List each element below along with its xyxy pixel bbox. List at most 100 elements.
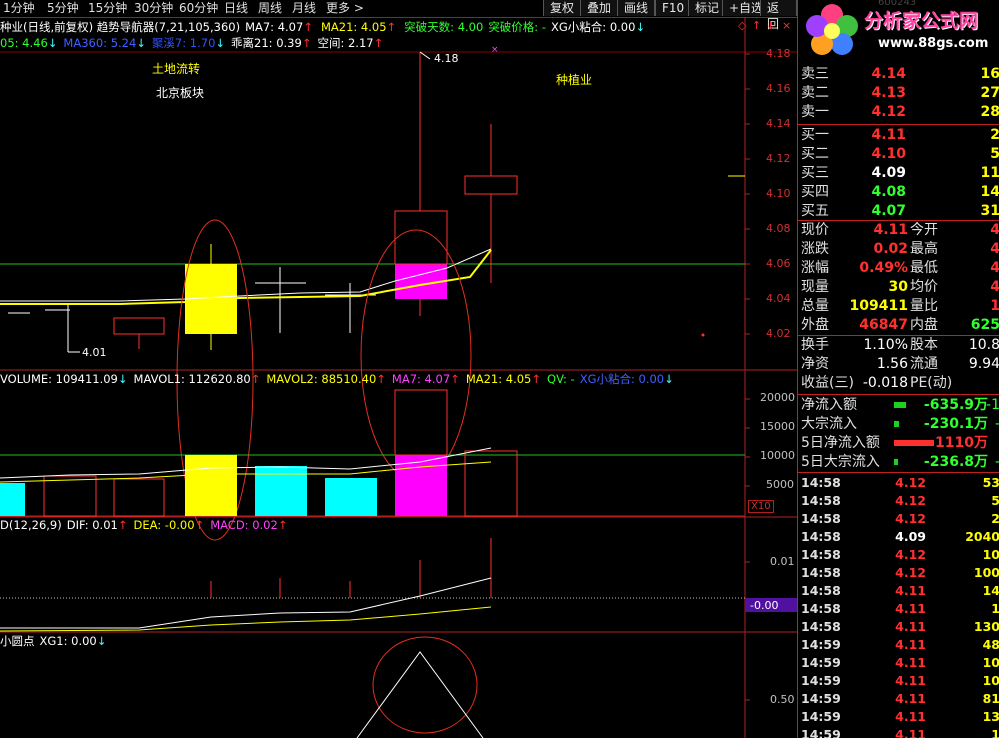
tick-row[interactable]: 14:59 4.11 81: [798, 690, 999, 708]
tick-row[interactable]: 14:58 4.11 14: [798, 582, 999, 600]
tick-price: 4.09: [895, 529, 926, 544]
order-row[interactable]: 卖一 4.12 28: [798, 103, 999, 122]
tick-volume: 53: [982, 475, 999, 490]
order-row[interactable]: 买二 4.10 5: [798, 145, 999, 164]
macd-current-value: -0.00: [750, 599, 779, 612]
tick-volume: 14: [982, 583, 999, 598]
tick-row[interactable]: 14:59 4.11 1: [798, 726, 999, 738]
order-row[interactable]: 买四 4.08 14: [798, 183, 999, 202]
flow-value: -236.8万: [923, 454, 988, 470]
order-price: 4.13: [871, 85, 906, 101]
macd-title: D(12,26,9): [0, 518, 62, 532]
tick-price: 4.11: [895, 601, 926, 616]
tick-row[interactable]: 14:58 4.12 10: [798, 546, 999, 564]
macd-tick: 0.01: [770, 555, 795, 568]
price-tick: 4.18: [766, 47, 791, 60]
order-volume: 31: [980, 203, 999, 219]
order-row[interactable]: 买一 4.11 2: [798, 126, 999, 145]
xg1-value: XG1: 0.00: [39, 634, 97, 648]
stat-row: 换手 1.10% 股本 10.8: [798, 336, 999, 355]
tick-volume: 48: [982, 637, 999, 652]
price-tick: 4.10: [766, 187, 791, 200]
flow-value: -635.9万: [923, 397, 988, 413]
tick-row[interactable]: 14:58 4.12 5: [798, 492, 999, 510]
flow-bar: [894, 421, 899, 427]
flow-label: 净流入额: [801, 397, 857, 413]
order-volume: 5: [990, 146, 999, 162]
stat-row: 总量 109411 量比 1: [798, 297, 999, 316]
flow-label: 大宗流入: [801, 416, 857, 432]
site-logo: 分析家公式网 www.88gs.com 600243: [800, 0, 999, 60]
tick-row[interactable]: 14:59 4.11 13: [798, 708, 999, 726]
price-tick: 4.14: [766, 117, 791, 130]
tick-row[interactable]: 14:58 4.12 100: [798, 564, 999, 582]
volume-unit-badge: X10: [748, 500, 774, 513]
trading-app-window: 1分钟 5分钟 15分钟 30分钟 60分钟 日线 周线 月线 更多 > 复权 …: [0, 0, 999, 738]
stat-row: 现价 4.11 今开 4: [798, 221, 999, 240]
flow-value: 1110万: [935, 435, 988, 451]
flow-label: 5日净流入额: [801, 435, 880, 451]
tick-row[interactable]: 14:58 4.12 53: [798, 474, 999, 492]
order-label: 买三: [801, 165, 829, 181]
order-volume: 27: [980, 85, 999, 101]
flow-extra: -: [995, 453, 999, 472]
price-tick: 4.04: [766, 292, 791, 305]
tick-price: 4.12: [895, 565, 926, 580]
order-price: 4.09: [871, 165, 906, 181]
tick-volume: 5: [991, 493, 999, 508]
stat-value: 0.49%: [859, 260, 908, 276]
order-label: 卖三: [801, 66, 829, 82]
tick-time: 14:59: [801, 691, 841, 706]
tick-volume: 81: [982, 691, 999, 706]
tick-volume: 10: [982, 547, 999, 562]
kline-chart[interactable]: ×: [0, 0, 797, 738]
tick-volume: 2: [991, 511, 999, 526]
stat-label: 今开: [910, 222, 938, 238]
order-row[interactable]: 买五 4.07 31: [798, 202, 999, 221]
tick-time: 14:58: [801, 511, 841, 526]
tick-row[interactable]: 14:58 4.12 2: [798, 510, 999, 528]
order-volume: 14: [980, 184, 999, 200]
tick-price: 4.12: [895, 547, 926, 562]
stat-value: 46847: [859, 317, 908, 333]
order-label: 买二: [801, 146, 829, 162]
tick-row[interactable]: 14:59 4.11 48: [798, 636, 999, 654]
stat-value: 625: [970, 317, 999, 333]
dot-info-line: 小圆点 XG1: 0.00↓: [0, 634, 107, 648]
order-price: 4.11: [871, 127, 906, 143]
stat-value: 0.02: [873, 241, 908, 257]
stat-label: 总量: [801, 298, 829, 314]
tick-price: 4.12: [895, 493, 926, 508]
order-volume: 11: [980, 165, 999, 181]
tick-price: 4.11: [895, 619, 926, 634]
flower-logo-icon: [806, 4, 858, 55]
stat-label: 外盘: [801, 317, 829, 333]
volume-bars: [0, 389, 518, 517]
stat-value: 4: [990, 260, 999, 276]
tick-volume: 2040: [965, 529, 999, 544]
volume-tick: 15000: [760, 420, 795, 433]
stat-value: 1.56: [876, 356, 908, 372]
tick-row[interactable]: 14:59 4.11 10: [798, 654, 999, 672]
logo-title: 分析家公式网: [864, 10, 979, 32]
flow-row: 5日大宗流入 -236.8万-: [798, 453, 999, 472]
stat-value: 30: [888, 279, 908, 295]
tick-row[interactable]: 14:59 4.11 10: [798, 672, 999, 690]
order-row[interactable]: 卖三 4.14 16: [798, 65, 999, 84]
tick-volume: 10: [982, 673, 999, 688]
order-volume: 16: [980, 66, 999, 82]
tick-row[interactable]: 14:58 4.11 1: [798, 600, 999, 618]
tick-volume: 1: [991, 727, 999, 738]
order-price: 4.08: [871, 184, 906, 200]
annotation-planting: 种植业: [556, 73, 593, 87]
order-row[interactable]: 买三 4.09 11: [798, 164, 999, 183]
tick-row[interactable]: 14:58 4.09 2040: [798, 528, 999, 546]
order-row[interactable]: 卖二 4.13 27: [798, 84, 999, 103]
tick-time: 14:58: [801, 493, 841, 508]
dot-title: 小圆点: [0, 634, 35, 648]
stat-label: PE(动): [910, 375, 953, 391]
tick-row[interactable]: 14:58 4.11 130: [798, 618, 999, 636]
macd-info-line: D(12,26,9) DIF: 0.01↑ DEA: -0.00↑ MACD: 0.0…: [0, 518, 288, 532]
stat-row: 现量 30 均价 4: [798, 278, 999, 297]
stat-value: 4: [990, 279, 999, 295]
